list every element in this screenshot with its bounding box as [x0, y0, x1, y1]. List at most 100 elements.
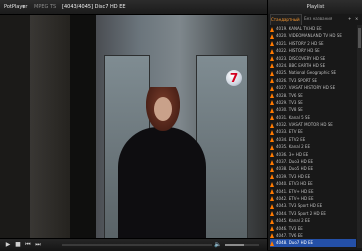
traffic-cone-icon: [270, 123, 274, 128]
playlist-item-label: 4031. Kanal 5 SE: [276, 115, 310, 120]
playlist-item-label: 4024. BBC EARTH HD SE: [276, 63, 325, 68]
traffic-cone-icon: [270, 41, 274, 46]
playlist-item[interactable]: 4039. TV3 HD EE: [270, 173, 356, 180]
playlist-item[interactable]: 4024. BBC EARTH HD SE: [270, 62, 356, 69]
playlist-item-label: 4021. HISTORY 2 HD SE: [276, 41, 324, 46]
playlist-item[interactable]: 4035. Kanal 2 EE: [270, 143, 356, 150]
traffic-cone-icon: [270, 233, 274, 238]
playlist-item[interactable]: 4042. ETV+ HD EE: [270, 195, 356, 202]
playlist-item-label: 4023. DISCOVERY HD SE: [276, 56, 325, 61]
traffic-cone-icon: [270, 115, 274, 120]
playlist-item[interactable]: 4037. Duo3 HD EE: [270, 158, 356, 165]
traffic-cone-icon: [270, 49, 274, 54]
traffic-cone-icon: [270, 189, 274, 194]
pillar-center: [70, 15, 96, 238]
traffic-cone-icon: [270, 27, 274, 32]
playlist-item[interactable]: 4026. TV3 SPORT SE: [270, 77, 356, 84]
playlist-item[interactable]: 4033. ETV EE: [270, 128, 356, 135]
playlist-item[interactable]: 4023. DISCOVERY HD SE: [270, 55, 356, 62]
traffic-cone-icon: [270, 241, 274, 246]
playlist-item-label: 4030. TV8 SE: [276, 107, 303, 112]
playlist-item-label: 4020. VIDEOMANLAND TV HD SE: [276, 33, 342, 38]
playlist-item[interactable]: 4027. VIASAT HISTORY HD SE: [270, 84, 356, 91]
codec-label: MPEG TS: [34, 0, 56, 14]
volume-fill: [225, 244, 244, 246]
traffic-cone-icon: [270, 145, 274, 150]
traffic-cone-icon: [270, 160, 274, 165]
playlist-item[interactable]: 4036. 3+ HD EE: [270, 151, 356, 158]
playlist-item[interactable]: 4019. KANAL TV.HD EE: [270, 25, 356, 32]
next-icon[interactable]: ⏭: [34, 241, 42, 249]
tab-untitled[interactable]: Без названия: [304, 14, 346, 24]
playlist-item-label: 4039. TV3 HD EE: [276, 174, 310, 179]
playlist-item-label: 4028. TV6 SE: [276, 93, 303, 98]
traffic-cone-icon: [270, 226, 274, 231]
traffic-cone-icon: [270, 71, 274, 76]
channel-logo: 7: [226, 70, 242, 86]
add-tab-icon[interactable]: +: [348, 14, 351, 24]
playlist-item[interactable]: 4030. TV8 SE: [270, 106, 356, 113]
volume-slider[interactable]: [225, 244, 259, 246]
playlist-item-label: 4045. Kanal 2 EE: [276, 218, 310, 223]
woman-face: [154, 97, 172, 121]
playlist-item[interactable]: 4032. VIASAT MOTOR HD SE: [270, 121, 356, 128]
traffic-cone-icon: [270, 182, 274, 187]
tab-default[interactable]: Стандартный: [270, 14, 302, 25]
playlist-list[interactable]: 4019. KANAL TV.HD EE 4020. VIDEOMANLAND T…: [270, 25, 356, 248]
control-bar: ▶ ■ ⏮ ⏭ 🔈: [0, 238, 267, 251]
traffic-cone-icon: [270, 78, 274, 83]
playlist-scrollbar[interactable]: [357, 25, 362, 248]
tab-default-label: Стандартный: [271, 17, 300, 22]
traffic-cone-icon: [270, 130, 274, 135]
playlist-item[interactable]: 4046. TV3 EE: [270, 225, 356, 232]
traffic-cone-icon: [270, 196, 274, 201]
traffic-cone-icon: [270, 174, 274, 179]
traffic-cone-icon: [270, 56, 274, 61]
playlist-item[interactable]: 4028. TV6 SE: [270, 92, 356, 99]
playlist-item-label: 4042. ETV+ HD EE: [276, 196, 313, 201]
play-icon[interactable]: ▶: [4, 241, 12, 249]
close-tab-icon[interactable]: ×: [355, 14, 358, 24]
playlist-item-label: 4026. TV3 SPORT SE: [276, 78, 317, 83]
traffic-cone-icon: [270, 34, 274, 39]
traffic-cone-icon: [270, 100, 274, 105]
playlist-item-label: 4038. Duo5 HD EE: [276, 166, 313, 171]
playlist-item-label: 4043. TV3 Sport HD EE: [276, 203, 322, 208]
traffic-cone-icon: [270, 93, 274, 98]
playlist-item[interactable]: 4034. ETV2 EE: [270, 136, 356, 143]
playlist-item[interactable]: 4020. VIDEOMANLAND TV HD SE: [270, 32, 356, 39]
playlist-item-label: 4040. ETV3 HD EE: [276, 181, 313, 186]
seek-bar[interactable]: [62, 244, 212, 246]
playlist-item[interactable]: 4029. TV3 SE: [270, 99, 356, 106]
playlist-item-label: 4044. TV3 Sport 2 HD EE: [276, 211, 326, 216]
playlist-item[interactable]: 4022. HISTORY HD SE: [270, 47, 356, 54]
playlist-item[interactable]: 4040. ETV3 HD EE: [270, 180, 356, 187]
playlist-item-label: 4033. ETV EE: [276, 129, 303, 134]
previous-icon[interactable]: ⏮: [24, 241, 32, 249]
playlist-item[interactable]: 4031. Kanal 5 SE: [270, 114, 356, 121]
playlist-item[interactable]: 4044. TV3 Sport 2 HD EE: [270, 210, 356, 217]
playlist-item-label: 4019. KANAL TV.HD EE: [276, 26, 322, 31]
stop-icon[interactable]: ■: [14, 241, 22, 249]
playlist-item[interactable]: 4041. ETV+ HD EE: [270, 188, 356, 195]
playlist-item[interactable]: 4045. Kanal 2 EE: [270, 217, 356, 224]
scroll-thumb[interactable]: [358, 28, 361, 48]
speaker-icon[interactable]: 🔈: [214, 241, 222, 249]
playlist-item[interactable]: 4043. TV3 Sport HD EE: [270, 202, 356, 209]
traffic-cone-icon: [270, 86, 274, 91]
playlist-item[interactable]: 4049. ETV+ EE: [270, 247, 356, 248]
playlist-item[interactable]: 4021. HISTORY 2 HD SE: [270, 40, 356, 47]
chevron-down-icon[interactable]: ▼: [22, 0, 25, 14]
playlist-item-label: 4041. ETV+ HD EE: [276, 189, 313, 194]
traffic-cone-icon: [270, 137, 274, 142]
video-area[interactable]: 7: [0, 15, 267, 238]
playlist-item-label: 4029. TV3 SE: [276, 100, 303, 105]
tab-untitled-label: Без названия: [304, 16, 332, 21]
traffic-cone-icon: [270, 211, 274, 216]
playlist-item[interactable]: 4048. Duo7 HD EE: [270, 239, 356, 246]
playlist-item-label: 4025. National Geographic SE: [276, 70, 336, 75]
playlist-item[interactable]: 4025. National Geographic SE: [270, 69, 356, 76]
playlist-item[interactable]: 4047. TV6 EE: [270, 232, 356, 239]
playlist-item[interactable]: 4038. Duo5 HD EE: [270, 165, 356, 172]
traffic-cone-icon: [270, 219, 274, 224]
